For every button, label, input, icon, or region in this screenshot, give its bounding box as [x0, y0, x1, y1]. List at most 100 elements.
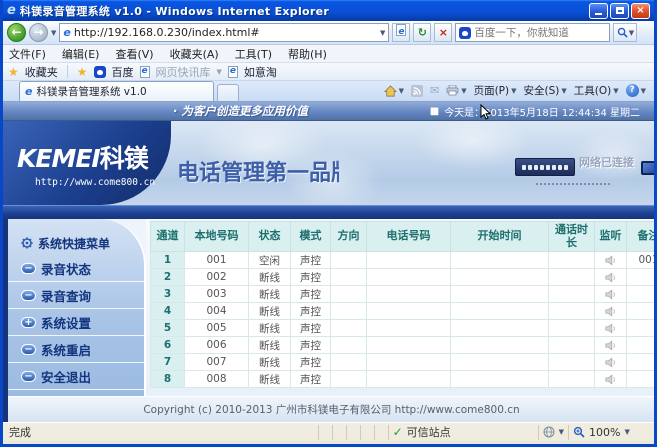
security-zone: ✓ 可信站点: [388, 425, 538, 440]
baidu-favicon: [94, 66, 106, 78]
col-mode: 模式: [291, 222, 331, 252]
favorite-webslice[interactable]: 网页快讯库: [156, 64, 211, 80]
monitor-button[interactable]: [595, 354, 627, 371]
sidebar-item-recording-query[interactable]: − 录音查询: [8, 282, 144, 309]
menu-favorites[interactable]: 收藏夹(A): [170, 46, 219, 62]
banner: KEMEI科镁 http://www.come800.cn 电话管理第一品牌 网…: [3, 121, 654, 205]
add-favorite-icon[interactable]: ★: [77, 65, 88, 79]
safety-menu[interactable]: 安全(S)▼: [524, 83, 567, 98]
plus-icon: +: [21, 317, 36, 328]
zoom-control[interactable]: 100% ▼: [568, 425, 654, 440]
recorder-device-image: [515, 158, 575, 176]
col-status: 状态: [249, 222, 291, 252]
menu-tools[interactable]: 工具(T): [235, 46, 272, 62]
forward-button[interactable]: →: [29, 23, 48, 42]
feeds-button[interactable]: [411, 85, 423, 97]
menu-edit[interactable]: 编辑(E): [62, 46, 100, 62]
col-local-number: 本地号码: [185, 222, 249, 252]
date-text: 今天是：2013年5月18日 12:44:34 星期二: [444, 104, 640, 119]
privacy-button[interactable]: ▼: [538, 425, 568, 440]
table-row: 7 007 断线 声控: [151, 354, 657, 371]
window-title: 科镁录音管理系统 v1.0 - Windows Internet Explore…: [20, 3, 589, 19]
sidebar-item-system-restart[interactable]: − 系统重启: [8, 336, 144, 363]
col-phone-number: 电话号码: [367, 222, 451, 252]
col-monitor: 监听: [595, 222, 627, 252]
webslice-icon: [140, 66, 150, 78]
home-icon: [384, 85, 397, 97]
separator-band: [3, 205, 654, 219]
favorite-baidu[interactable]: 百度: [112, 64, 134, 80]
baidu-icon: [459, 27, 471, 39]
favorite-ruyitao[interactable]: 如意淘: [244, 64, 277, 80]
minus-icon: −: [21, 290, 36, 301]
logo-kemei-cn: 科镁: [100, 144, 148, 173]
read-mail-button[interactable]: ✉: [430, 84, 439, 97]
help-icon: ?: [626, 84, 639, 97]
status-bar: 完成 ✓ 可信站点 ▼ 100% ▼: [3, 422, 654, 441]
date-line: ■ 今天是：2013年5月18日 12:44:34 星期二: [430, 104, 640, 119]
sidebar-item-recording-status[interactable]: − 录音状态: [8, 255, 144, 282]
tab-title: 科镁录音管理系统 v1.0: [36, 84, 146, 99]
table-row: 6 006 断线 声控: [151, 337, 657, 354]
compatibility-view-button[interactable]: [392, 23, 410, 42]
favorites-bar: ★ 收藏夹 ★ 百度 网页快讯库 ▼ 如意淘: [3, 63, 654, 81]
back-button[interactable]: ←: [7, 23, 26, 42]
minus-icon: −: [21, 263, 36, 274]
col-remark: 备注: [627, 222, 657, 252]
favorites-star-icon: ★: [8, 65, 19, 79]
speaker-icon: [605, 272, 617, 283]
channel-table: 通道 本地号码 状态 模式 方向 电话号码 开始时间 通话时长 监听 备注: [150, 221, 657, 388]
address-dropdown-icon[interactable]: ▼: [380, 29, 385, 37]
search-input[interactable]: [474, 27, 606, 39]
address-bar[interactable]: e ▼: [59, 23, 389, 42]
minimize-button[interactable]: [589, 3, 608, 19]
menu-file[interactable]: 文件(F): [9, 46, 46, 62]
home-button[interactable]: ▼: [384, 85, 404, 97]
monitor-button[interactable]: [595, 371, 627, 388]
rss-icon: [411, 85, 423, 97]
logo-url: http://www.come800.cn: [35, 177, 171, 188]
title-bar: e 科镁录音管理系统 v1.0 - Windows Internet Explo…: [3, 0, 654, 21]
tab-active[interactable]: e 科镁录音管理系统 v1.0: [19, 81, 214, 101]
zone-text: 可信站点: [407, 424, 451, 440]
page-menu[interactable]: 页面(P)▼: [474, 83, 517, 98]
search-button[interactable]: ▼: [613, 23, 637, 42]
tools-menu[interactable]: 工具(O)▼: [574, 83, 619, 98]
sidebar-item-system-settings[interactable]: + 系统设置: [8, 309, 144, 336]
globe-icon: [543, 426, 555, 438]
monitor-button[interactable]: [595, 269, 627, 286]
close-button[interactable]: ×: [631, 3, 650, 19]
sidebar-item-safe-exit[interactable]: − 安全退出: [8, 363, 144, 390]
refresh-button[interactable]: ↻: [413, 23, 431, 42]
ruyitao-icon: [228, 66, 238, 78]
monitor-button[interactable]: [595, 252, 627, 269]
monitor-button[interactable]: [595, 320, 627, 337]
menu-help[interactable]: 帮助(H): [288, 46, 327, 62]
menu-view[interactable]: 查看(V): [115, 46, 153, 62]
navigation-bar: ← → ▼ e ▼ ↻ × ▼: [3, 21, 654, 45]
monitor-button[interactable]: [595, 337, 627, 354]
table-row: 8 008 断线 声控: [151, 371, 657, 388]
sidebar: 系统快捷菜单 − 录音状态 − 录音查询 + 系统设置 − 系统重启: [8, 219, 146, 396]
history-dropdown-icon[interactable]: ▼: [51, 29, 56, 37]
monitor-button[interactable]: [595, 286, 627, 303]
connection-dotted-line: [536, 183, 610, 185]
monitor-button[interactable]: [595, 303, 627, 320]
search-box[interactable]: [455, 23, 610, 42]
col-channel: 通道: [151, 222, 185, 252]
new-tab-button[interactable]: [217, 84, 239, 101]
table-row: 3 003 断线 声控: [151, 286, 657, 303]
table-row: 1 001 空闲 声控 001: [151, 252, 657, 269]
search-dropdown-icon[interactable]: ▼: [629, 29, 634, 37]
address-input[interactable]: [74, 26, 377, 39]
maximize-button[interactable]: [610, 3, 629, 19]
favorites-button[interactable]: 收藏夹: [25, 64, 58, 80]
print-button[interactable]: ▼: [446, 85, 466, 96]
help-menu[interactable]: ?▼: [626, 84, 646, 97]
magnifier-icon: [617, 27, 628, 38]
command-bar: ▼ ✉ ▼ 页面(P)▼: [384, 83, 654, 101]
speaker-icon: [605, 289, 617, 300]
stop-button[interactable]: ×: [434, 23, 452, 42]
speaker-icon: [605, 255, 617, 266]
webslice-dropdown-icon[interactable]: ▼: [217, 68, 222, 76]
